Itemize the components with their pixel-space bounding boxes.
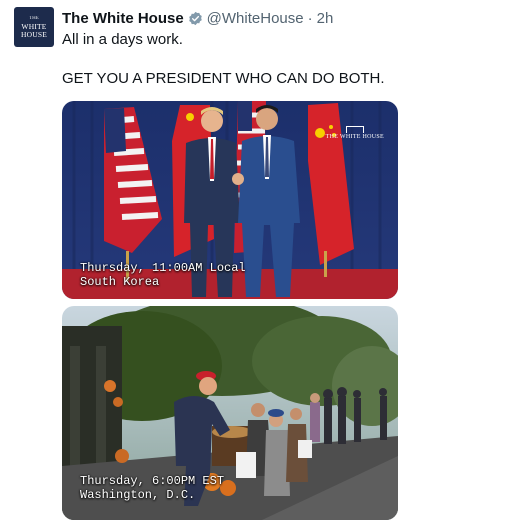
avatar-line-house: HOUSE (20, 29, 47, 39)
post-text-line-1: All in a days work. (62, 31, 183, 48)
watermark-text: THE WHITE HOUSE (325, 134, 384, 140)
caption-2-line-1: Thursday, 6:00PM EST (80, 474, 225, 488)
media-photo-halloween[interactable]: Thursday, 6:00PM EST Washington, D.C. (62, 306, 398, 520)
caption-2-line-2: Washington, D.C. (80, 488, 196, 502)
post-header: The White House @WhiteHouse · 2h (62, 8, 333, 28)
watermark-logo: THE WHITE HOUSE (326, 126, 384, 140)
post-timestamp[interactable]: 2h (317, 10, 334, 27)
author-handle[interactable]: @WhiteHouse (207, 10, 304, 27)
avatar-seal-text: THE (29, 16, 39, 21)
header-separator: · (307, 9, 313, 27)
post-text-line-2: GET YOU A PRESIDENT WHO CAN DO BOTH. (62, 70, 385, 87)
media-caption-1: Thursday, 11:00AM Local South Korea (80, 261, 246, 289)
author-name[interactable]: The White House (62, 10, 184, 27)
media-photo-meeting[interactable]: THE WHITE HOUSE Thursday, 11:00AM Local … (62, 101, 398, 299)
media-caption-2: Thursday, 6:00PM EST Washington, D.C. (80, 474, 224, 502)
verified-badge-icon[interactable] (188, 11, 203, 26)
watermark-roof-icon (345, 126, 364, 133)
caption-1-line-2: South Korea (80, 275, 160, 289)
caption-1-line-1: Thursday, 11:00AM Local (80, 261, 246, 275)
avatar[interactable]: THE WHITE HOUSE (14, 7, 54, 47)
